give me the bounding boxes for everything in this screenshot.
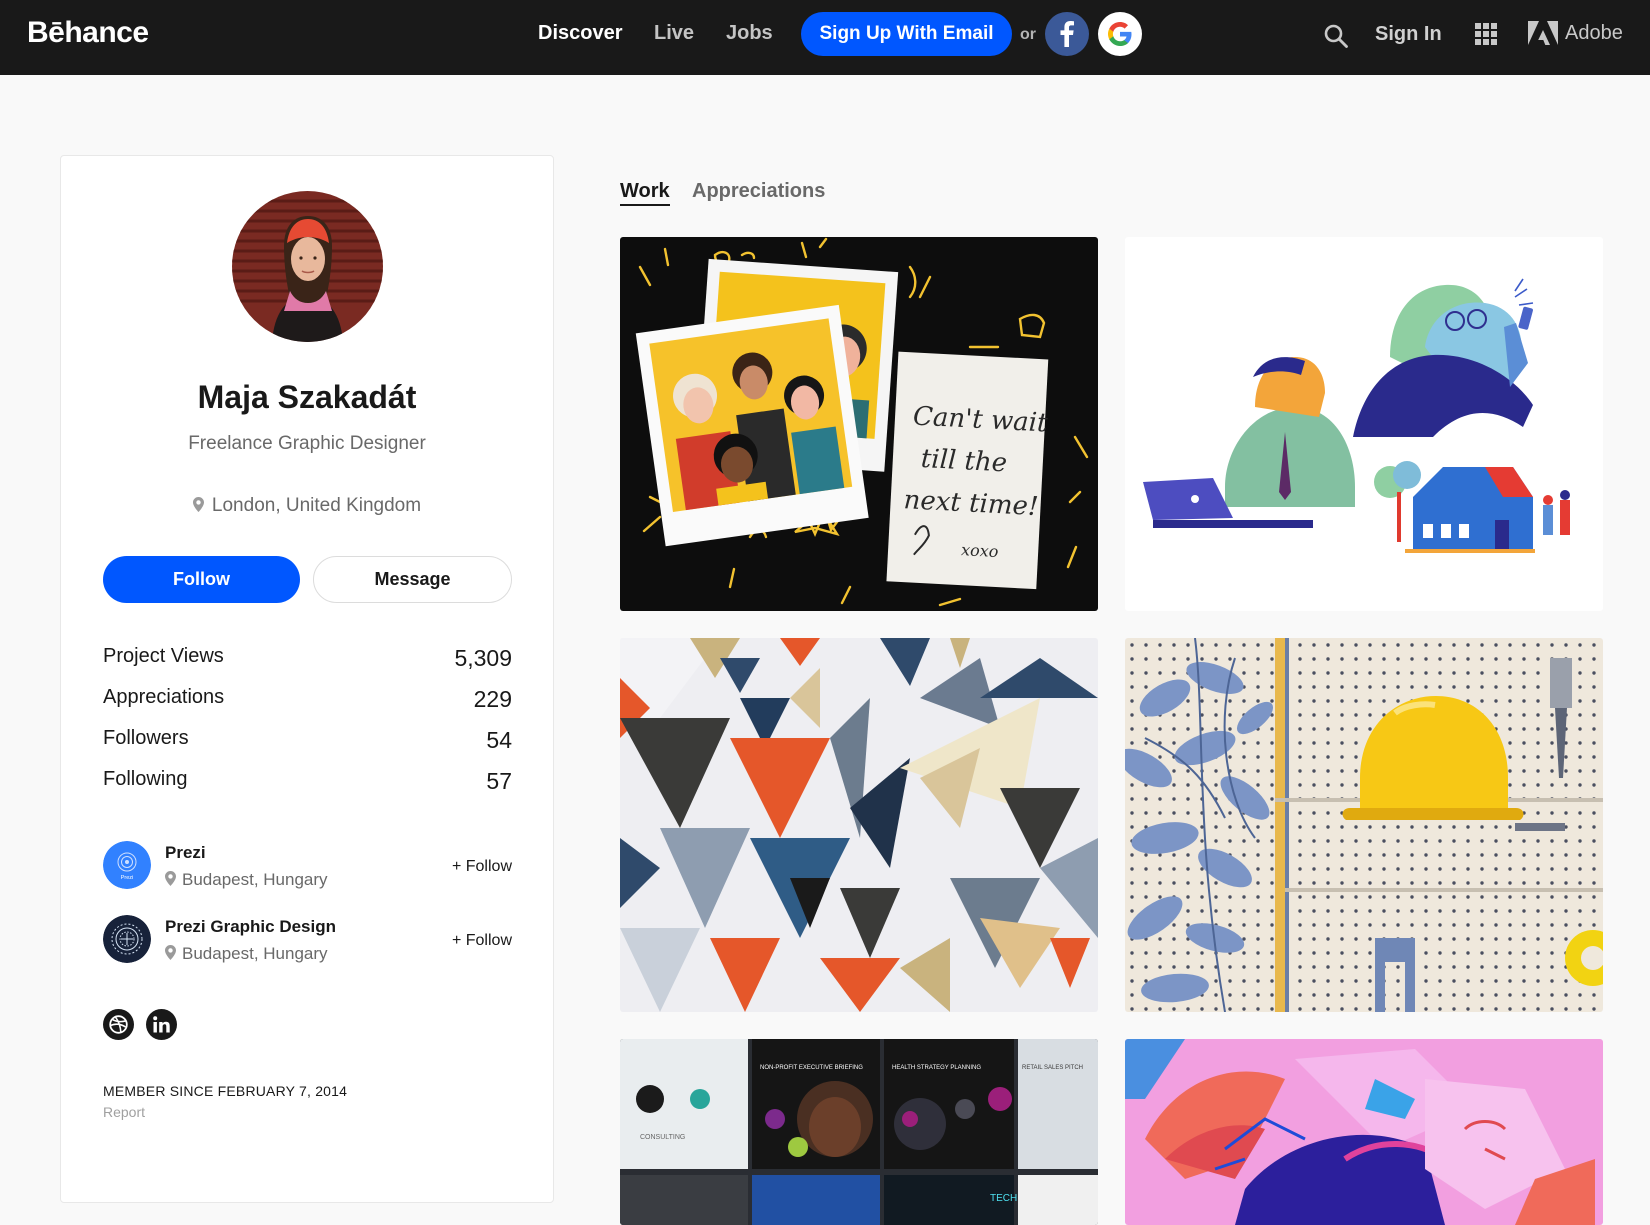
stat-value: 57 xyxy=(486,768,512,794)
message-button[interactable]: Message xyxy=(313,556,512,603)
team-location-text: Budapest, Hungary xyxy=(182,944,328,963)
stat-label: Followers xyxy=(103,727,189,749)
signin-link[interactable]: Sign In xyxy=(1375,23,1442,46)
tab-work[interactable]: Work xyxy=(620,180,670,206)
profile-title: Freelance Graphic Designer xyxy=(188,433,426,454)
slide-text-nonprofit: NON-PROFIT EXECUTIVE BRIEFING xyxy=(760,1065,863,1071)
nav-jobs[interactable]: Jobs xyxy=(726,22,773,45)
stat-followers[interactable]: Followers 54 xyxy=(103,727,512,757)
stat-value: 5,309 xyxy=(454,645,512,671)
team-name[interactable]: Prezi Graphic Design xyxy=(165,917,336,937)
location-pin-icon xyxy=(165,945,176,960)
slide-text-consulting: CONSULTING xyxy=(640,1134,685,1141)
slide-text-tech: TECH xyxy=(990,1193,1017,1204)
location-pin-icon xyxy=(192,497,204,512)
team-follow-button[interactable]: + Follow xyxy=(452,858,512,876)
profile-card: Maja Szakadát Freelance Graphic Designer… xyxy=(60,155,554,1203)
stat-label: Project Views xyxy=(103,645,224,667)
team-prezi-graphic-design: Prezi Graphic Design Budapest, Hungary +… xyxy=(103,915,512,965)
project-tile-pegboard-helmet[interactable] xyxy=(1125,638,1603,1012)
location-pin-icon xyxy=(165,871,176,886)
team-follow-button[interactable]: + Follow xyxy=(452,932,512,950)
project-tile-friends-polaroids[interactable]: Can't wait till the next time! xoxo xyxy=(620,237,1098,611)
facebook-signup-button[interactable] xyxy=(1045,12,1089,56)
stat-label: Following xyxy=(103,768,188,790)
google-icon xyxy=(1108,22,1132,46)
team-location: Budapest, Hungary xyxy=(165,944,328,964)
nav-discover[interactable]: Discover xyxy=(538,22,623,45)
stat-appreciations: Appreciations 229 xyxy=(103,686,512,716)
stat-value: 54 xyxy=(486,727,512,753)
team-location-text: Budapest, Hungary xyxy=(182,870,328,889)
follow-button[interactable]: Follow xyxy=(103,556,300,603)
adobe-link[interactable]: Adobe xyxy=(1565,22,1623,45)
report-link[interactable]: Report xyxy=(103,1104,145,1120)
slide-text-retail: RETAIL SALES PITCH xyxy=(1022,1065,1083,1071)
facebook-icon xyxy=(1060,21,1074,47)
stat-project-views: Project Views 5,309 xyxy=(103,645,512,675)
stat-following[interactable]: Following 57 xyxy=(103,768,512,798)
google-signup-button[interactable] xyxy=(1098,12,1142,56)
adobe-logo[interactable] xyxy=(1528,21,1558,45)
project-tile-paper-triangles[interactable] xyxy=(620,638,1098,1012)
top-nav: Bēhance Discover Live Jobs Sign Up With … xyxy=(0,0,1650,75)
team-logo-prezi[interactable]: Prezi xyxy=(103,841,151,889)
project-tile-flat-illustration[interactable] xyxy=(1125,237,1603,611)
member-since: MEMBER SINCE FEBRUARY 7, 2014 xyxy=(103,1083,348,1099)
profile-name: Maja Szakadát xyxy=(197,379,417,415)
signup-email-button[interactable]: Sign Up With Email xyxy=(801,12,1012,56)
team-prezi: Prezi Prezi Budapest, Hungary + Follow xyxy=(103,841,512,891)
team-name[interactable]: Prezi xyxy=(165,843,206,863)
behance-logo[interactable]: Bēhance xyxy=(27,16,149,50)
apps-grid-icon[interactable] xyxy=(1475,23,1497,45)
stat-label: Appreciations xyxy=(103,686,225,708)
stat-value: 229 xyxy=(473,686,512,712)
profile-location-text: London, United Kingdom xyxy=(211,495,422,516)
linkedin-link[interactable] xyxy=(146,1009,177,1040)
dribbble-link[interactable] xyxy=(103,1009,134,1040)
tab-appreciations[interactable]: Appreciations xyxy=(692,180,825,203)
note-line-4: xoxo xyxy=(961,540,999,561)
avatar[interactable] xyxy=(232,191,383,342)
note-line-2: till the xyxy=(920,444,1008,478)
slide-text-health: HEALTH STRATEGY PLANNING xyxy=(892,1065,981,1071)
profile-location: London, United Kingdom xyxy=(61,495,553,517)
team-logo-prezi-graphic-design[interactable] xyxy=(103,915,151,963)
search-icon[interactable] xyxy=(1323,23,1349,49)
dribbble-icon xyxy=(109,1015,128,1034)
team-location: Budapest, Hungary xyxy=(165,870,328,890)
prezi-logo-text: Prezi xyxy=(121,875,134,881)
project-tile-presentation-slides[interactable]: CONSULTING NON-PROFIT EXECUTIVE BRIEFING… xyxy=(620,1039,1098,1225)
linkedin-icon xyxy=(153,1016,170,1033)
or-text: or xyxy=(1020,26,1036,43)
project-tile-pink-print[interactable] xyxy=(1125,1039,1603,1225)
nav-live[interactable]: Live xyxy=(654,22,694,45)
